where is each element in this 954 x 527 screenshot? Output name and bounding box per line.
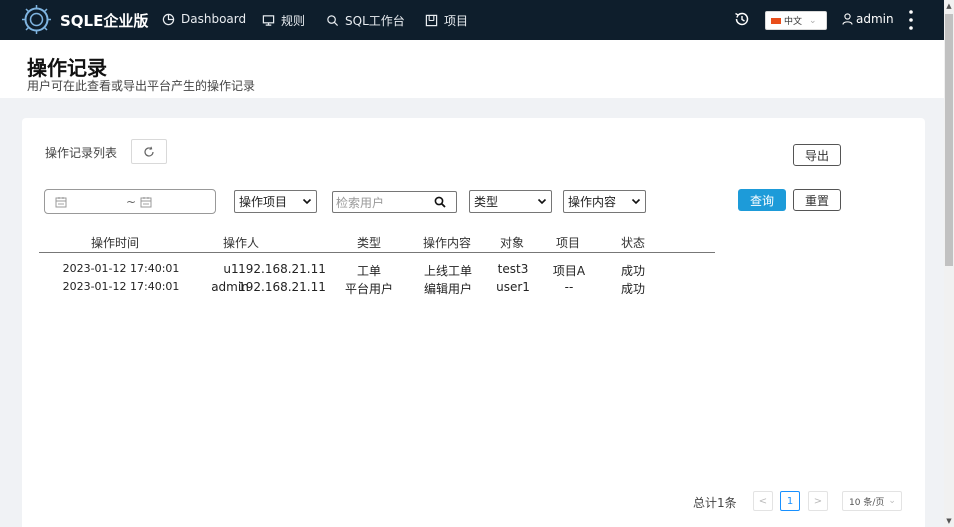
- page-title: 操作记录: [27, 56, 107, 80]
- calendar-icon: [140, 196, 152, 207]
- refresh-button[interactable]: [131, 139, 167, 164]
- export-button[interactable]: 导出: [793, 144, 841, 166]
- next-page-button[interactable]: >: [808, 491, 828, 511]
- language-select[interactable]: 中文 ⌄: [765, 11, 827, 30]
- nav-item-rules[interactable]: 规则: [262, 12, 305, 29]
- cell-ip: 192.168.21.11: [238, 262, 326, 276]
- chevron-down-icon: [631, 198, 641, 205]
- column-header: 操作时间: [90, 236, 140, 250]
- project-icon: [425, 14, 438, 27]
- date-range-picker[interactable]: ~: [44, 189, 216, 214]
- operation-record-table: 操作时间 操作人 类型 操作内容 对象 项目 状态 2023-01-12 17:…: [39, 232, 715, 296]
- user-menu[interactable]: admin: [842, 12, 894, 26]
- cell-content: 编辑用户: [423, 282, 473, 296]
- cell-time: 2023-01-12 17:40:01: [62, 262, 180, 275]
- table-header: 操作时间 操作人 类型 操作内容 对象 项目 状态: [39, 232, 715, 253]
- column-header: 操作人: [222, 236, 260, 250]
- refresh-icon: [144, 146, 154, 157]
- column-header: 操作内容: [422, 236, 472, 250]
- operation-record-card: 操作记录列表 导出 ~ 操作项目 检索用户 类型 操作内容 查询 重置 操作时间…: [22, 118, 925, 527]
- more-vertical-icon[interactable]: [906, 9, 916, 31]
- column-header: 类型: [356, 236, 382, 250]
- chevron-down-icon: [302, 198, 312, 205]
- cell-object: test3: [497, 262, 529, 276]
- page-subtitle: 用户可在此查看或导出平台产生的操作记录: [27, 79, 256, 93]
- page-size-value: 10 条/页: [849, 497, 885, 508]
- project-select-value: 操作项目: [239, 195, 288, 209]
- search-icon: [327, 15, 339, 27]
- reset-button[interactable]: 重置: [793, 189, 841, 211]
- nav-item-projects[interactable]: 项目: [425, 12, 468, 29]
- page-number-button[interactable]: 1: [780, 491, 800, 511]
- column-header: 对象: [499, 236, 525, 250]
- total-count: 总计1条: [693, 496, 737, 510]
- content-select[interactable]: 操作内容: [563, 190, 646, 213]
- prev-page-button[interactable]: <: [753, 491, 773, 511]
- project-select[interactable]: 操作项目: [234, 190, 317, 213]
- table-row[interactable]: 2023-01-12 17:40:01 admin 192.168.21.11 …: [39, 277, 715, 296]
- scroll-down-arrow-icon[interactable]: ▼: [944, 515, 954, 527]
- monitor-icon: [262, 15, 275, 26]
- cell-time: 2023-01-12 17:40:01: [62, 280, 180, 293]
- history-icon[interactable]: [733, 10, 751, 28]
- cell-ip: 192.168.21.11: [238, 280, 326, 294]
- nav-item-dashboard[interactable]: Dashboard: [162, 12, 246, 26]
- table-row[interactable]: 2023-01-12 17:40:01 u1 192.168.21.11 工单 …: [39, 259, 715, 278]
- chevron-down-icon: ⌄: [888, 496, 896, 506]
- cell-project: --: [564, 280, 574, 294]
- top-nav-bar: SQLE企业版 Dashboard 规则 SQL工作台 项目 中文 ⌄ admi…: [0, 0, 944, 40]
- logo-icon[interactable]: [20, 3, 53, 36]
- type-select[interactable]: 类型: [469, 190, 552, 213]
- nav-item-label: SQL工作台: [345, 14, 405, 28]
- query-button[interactable]: 查询: [738, 189, 786, 211]
- cell-object: user1: [496, 280, 530, 294]
- cell-status: 成功: [620, 282, 646, 296]
- column-header: 项目: [555, 236, 581, 250]
- page-size-select[interactable]: 10 条/页 ⌄: [842, 491, 902, 511]
- nav-item-label: 规则: [281, 14, 306, 28]
- list-title: 操作记录列表: [45, 146, 118, 160]
- date-range-separator: ~: [126, 194, 137, 209]
- chevron-down-icon: [537, 198, 547, 205]
- page-header: 操作记录 用户可在此查看或导出平台产生的操作记录: [0, 40, 944, 98]
- user-search-input[interactable]: 检索用户: [332, 191, 457, 213]
- search-placeholder: 检索用户: [336, 195, 385, 210]
- cell-type: 平台用户: [344, 282, 394, 296]
- flag-icon: [771, 17, 781, 24]
- chevron-down-icon: ⌄: [809, 15, 817, 26]
- username: admin: [856, 12, 894, 26]
- brand-name[interactable]: SQLE企业版: [60, 10, 148, 31]
- nav-item-sql-workbench[interactable]: SQL工作台: [326, 12, 405, 29]
- language-label: 中文: [784, 17, 803, 27]
- type-select-value: 类型: [474, 195, 499, 209]
- scroll-up-arrow-icon[interactable]: ▲: [944, 0, 954, 12]
- pie-chart-icon: [162, 13, 175, 25]
- column-header: 状态: [620, 236, 646, 250]
- content-select-value: 操作内容: [568, 195, 617, 209]
- nav-item-label: 项目: [444, 14, 469, 28]
- cell-operator: u1: [223, 262, 239, 276]
- nav-item-label: Dashboard: [181, 12, 247, 26]
- page-scrollbar[interactable]: ▲ ▼: [944, 0, 954, 527]
- calendar-icon: [55, 196, 67, 207]
- user-icon: [842, 13, 853, 25]
- scroll-thumb[interactable]: [945, 14, 953, 266]
- search-icon[interactable]: [434, 196, 446, 208]
